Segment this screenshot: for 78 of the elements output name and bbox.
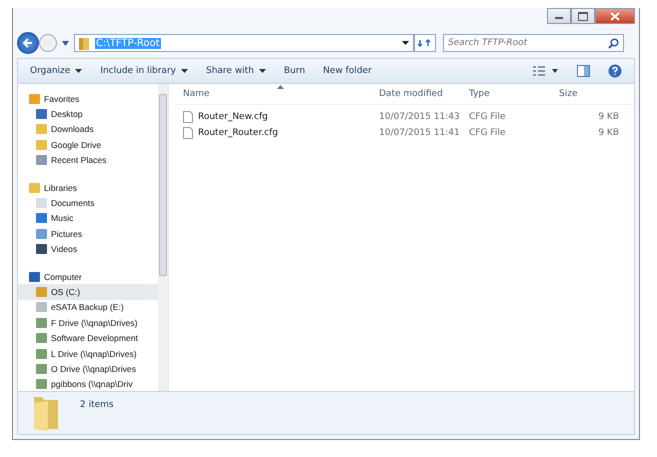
arrow-left-icon [22, 37, 34, 49]
sidebar-item-icon [36, 198, 47, 208]
caret-icon [180, 69, 188, 73]
sidebar-item[interactable]: Documents [18, 195, 158, 211]
item-count: 2 items [80, 400, 114, 410]
sidebar-item-icon [36, 228, 47, 239]
sidebar-item-icon [29, 94, 40, 104]
search-field[interactable]: Search TFTP-Root [443, 34, 624, 52]
close-icon [610, 12, 620, 20]
column-header[interactable]: Date modified [379, 84, 469, 104]
file-size: 9 KB [597, 128, 619, 138]
sidebar-item[interactable]: F Drive (\\qnap\Drives) [18, 315, 158, 330]
sidebar-item-icon [36, 244, 47, 254]
sidebar-item[interactable]: Recent Places [18, 152, 158, 168]
address-path: C:\TFTP-Root [95, 38, 161, 48]
close-button[interactable] [595, 8, 635, 24]
sidebar-item-icon [36, 318, 47, 328]
toolbar-button[interactable]: Organize [24, 63, 88, 79]
column-header[interactable]: Name [175, 84, 379, 104]
sidebar-item-icon [36, 302, 47, 312]
sidebar-item[interactable]: Downloads [18, 122, 158, 138]
search-icon [608, 38, 619, 49]
sidebar-item[interactable]: Pictures [18, 226, 158, 242]
sidebar-item[interactable]: Google Drive [18, 137, 158, 153]
sidebar-item-icon [36, 286, 47, 297]
minimize-button[interactable] [547, 8, 571, 24]
sort-arrow-icon [277, 85, 284, 89]
sidebar-item-icon [36, 155, 47, 166]
sidebar-item-icon [29, 182, 40, 193]
sidebar-item[interactable]: Desktop [18, 106, 158, 122]
sidebar-item[interactable]: Videos [18, 242, 158, 257]
sidebar-item[interactable]: Favorites [18, 91, 158, 106]
sidebar-item-icon [29, 272, 40, 282]
help-icon [608, 64, 622, 78]
sidebar-item[interactable]: pgibbons (\\qnap\Driv [18, 376, 158, 391]
sidebar-item-icon [36, 140, 47, 150]
folder-icon [79, 36, 90, 50]
toolbar-button[interactable]: Share with [200, 63, 272, 79]
sidebar-item-icon [36, 348, 47, 359]
date-modified: 10/07/2015 11:43 [379, 112, 461, 122]
sidebar-item[interactable]: Software Development [18, 330, 158, 346]
file-size: 9 KB [597, 112, 619, 122]
sidebar-item-icon [36, 379, 47, 390]
toolbar-button[interactable]: Burn [278, 63, 312, 79]
folder-icon [32, 395, 60, 431]
refresh-button[interactable] [414, 34, 436, 52]
date-modified: 10/07/2015 11:41 [379, 128, 461, 138]
file-name: Router_New.cfg [198, 112, 268, 122]
file-row[interactable]: Router_New.cfg 10/07/2015 11:43 CFG File 9 KB [175, 109, 634, 125]
toolbar-button[interactable]: Include in library [94, 63, 194, 79]
refresh-icon [418, 38, 432, 48]
sidebar-item-icon [36, 109, 47, 120]
file-type: CFG File [469, 128, 506, 138]
file-name: Router_Router.cfg [198, 128, 278, 138]
sidebar-item-icon [36, 364, 47, 374]
file-icon [183, 111, 193, 123]
sidebar-item[interactable]: Music [18, 210, 158, 226]
sidebar-item[interactable]: Libraries [18, 180, 158, 196]
sidebar-item[interactable]: O Drive (\\qnap\Drives [18, 361, 158, 377]
sidebar-item-icon [36, 124, 47, 134]
column-header[interactable]: Size [559, 84, 619, 104]
sidebar-item-icon [36, 333, 47, 344]
sidebar-item[interactable]: Computer [18, 268, 158, 284]
scrollbar[interactable] [158, 84, 168, 391]
file-icon [183, 127, 193, 139]
caret-icon [75, 69, 82, 73]
maximize-button[interactable] [571, 8, 595, 24]
caret-icon[interactable] [402, 41, 409, 45]
file-type: CFG File [469, 112, 506, 122]
caret-icon [258, 69, 266, 73]
back-button[interactable] [17, 32, 39, 54]
toolbar-button[interactable]: New folder [317, 63, 378, 79]
sidebar-item-icon [36, 213, 47, 224]
sidebar-item[interactable]: eSATA Backup (E:) [18, 300, 158, 316]
column-header[interactable]: Type [469, 84, 559, 104]
sidebar-item[interactable]: L Drive (\\qnap\Drives) [18, 346, 158, 362]
sidebar-item[interactable]: OS (C:) [18, 284, 158, 300]
file-row[interactable]: Router_Router.cfg 10/07/2015 11:41 CFG File 9 KB [175, 125, 634, 141]
